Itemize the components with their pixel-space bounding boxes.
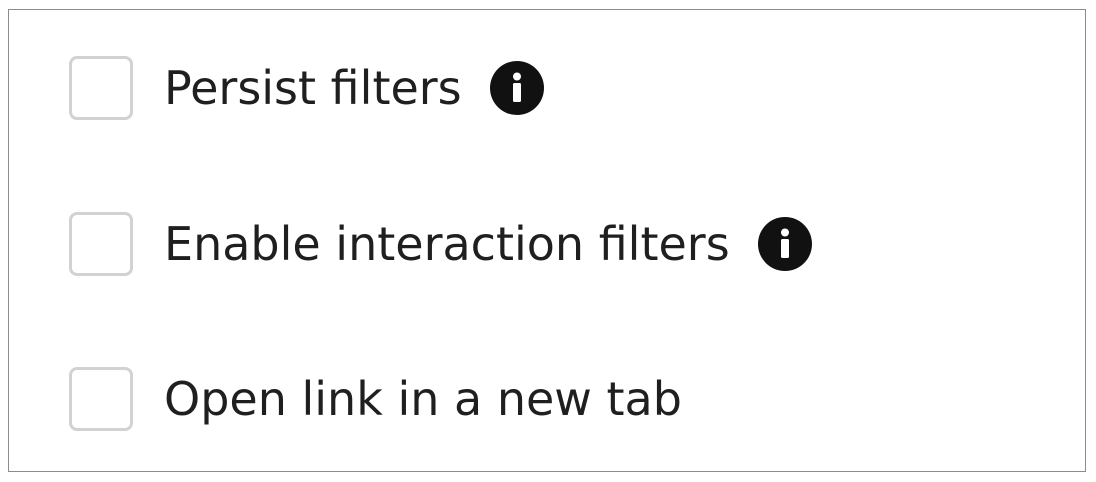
option-enable-interaction-filters: Enable interaction filters [69,211,812,277]
enable-interaction-filters-checkbox[interactable] [69,212,133,276]
persist-filters-label[interactable]: Persist filters [164,55,462,121]
option-open-link-new-tab: Open link in a new tab [69,366,682,432]
open-link-new-tab-checkbox[interactable] [69,367,133,431]
open-link-new-tab-label[interactable]: Open link in a new tab [164,366,682,432]
info-icon[interactable] [757,217,812,271]
option-persist-filters: Persist filters [69,55,544,121]
enable-interaction-filters-label[interactable]: Enable interaction filters [164,211,730,277]
persist-filters-checkbox[interactable] [69,56,133,120]
info-icon[interactable] [489,61,544,115]
settings-panel: Persist filters Enable interaction filte… [8,9,1086,472]
